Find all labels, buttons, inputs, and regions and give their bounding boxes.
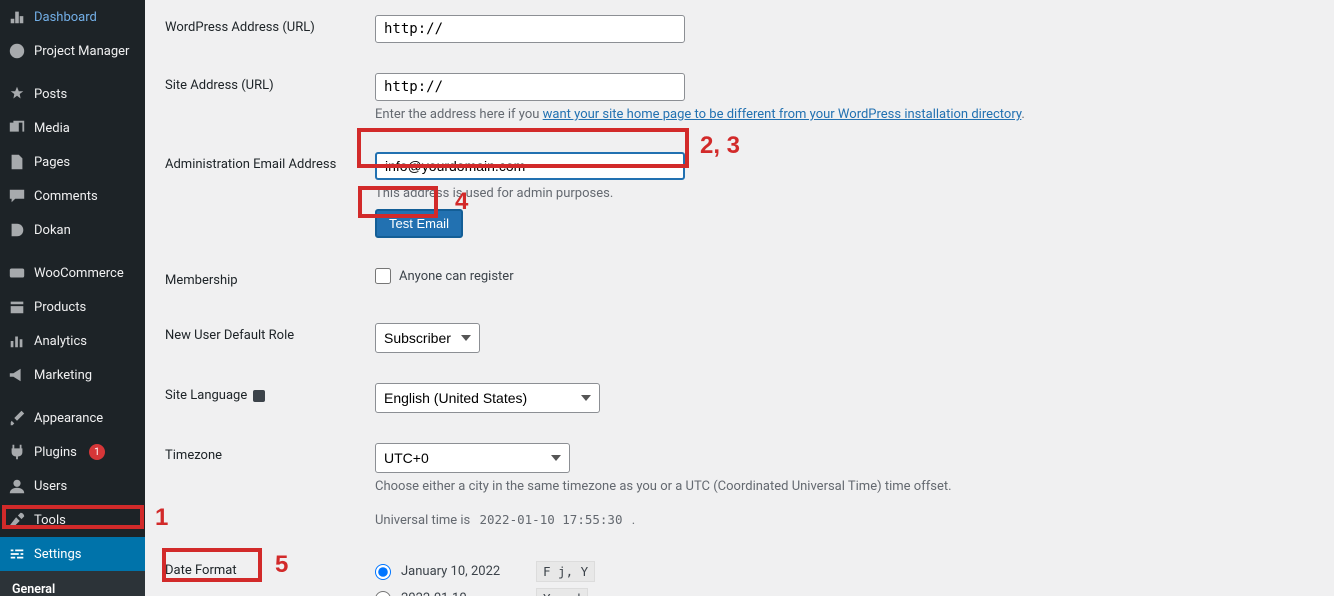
sidebar-item-label: Posts — [34, 87, 67, 102]
sidebar-item-label: Plugins — [34, 445, 77, 460]
translate-icon — [253, 390, 265, 402]
sidebar-item-posts[interactable]: Posts — [0, 77, 145, 111]
sidebar-item-label: Products — [34, 300, 86, 315]
admin-email-label: Administration Email Address — [165, 137, 365, 253]
annotation-number-1: 1 — [155, 504, 168, 532]
brush-icon — [8, 409, 26, 427]
sidebar-item-label: Appearance — [34, 411, 103, 426]
universal-time-display: Universal time is 2022-01-10 17:55:30 . — [375, 512, 1304, 528]
settings-form-area: WordPress Address (URL) Site Address (UR… — [145, 0, 1334, 596]
sidebar-item-woocommerce[interactable]: WooCommerce — [0, 256, 145, 290]
sidebar-item-analytics[interactable]: Analytics — [0, 324, 145, 358]
date-format-code: Y-m-d — [536, 588, 588, 596]
date-format-code: F j, Y — [536, 561, 595, 582]
date-format-option[interactable]: 2022-01-10 Y-m-d — [375, 585, 1304, 596]
sidebar-item-label: Media — [34, 121, 70, 136]
sidebar-item-label: Settings — [34, 547, 81, 562]
admin-email-input[interactable] — [375, 152, 685, 180]
date-format-radio[interactable] — [375, 591, 391, 596]
date-format-radio[interactable] — [375, 564, 391, 580]
timezone-description: Choose either a city in the same timezon… — [375, 479, 1304, 494]
wp-address-label: WordPress Address (URL) — [165, 0, 365, 58]
default-role-label: New User Default Role — [165, 308, 365, 368]
site-language-label: Site Language — [165, 368, 365, 428]
date-format-label: Date Format — [165, 543, 365, 596]
default-role-select[interactable]: Subscriber — [375, 323, 480, 353]
sidebar-item-label: Dashboard — [34, 10, 97, 25]
admin-sidebar: Dashboard Project Manager Posts Media Pa… — [0, 0, 145, 596]
analytics-icon — [8, 332, 26, 350]
users-icon — [8, 477, 26, 495]
pushpin-icon — [8, 85, 26, 103]
universal-time-code: 2022-01-10 17:55:30 — [473, 510, 628, 529]
sidebar-item-label: Dokan — [34, 223, 71, 238]
sidebar-item-dokan[interactable]: Dokan — [0, 213, 145, 247]
site-address-input[interactable] — [375, 73, 685, 101]
checkbox-text: Anyone can register — [399, 269, 514, 284]
sidebar-item-dashboard[interactable]: Dashboard — [0, 0, 145, 34]
membership-label: Membership — [165, 253, 365, 308]
media-icon — [8, 119, 26, 137]
megaphone-icon — [8, 366, 26, 384]
sliders-icon — [8, 545, 26, 563]
timezone-select[interactable]: UTC+0 — [375, 443, 570, 473]
submenu-label: General — [12, 582, 55, 596]
sidebar-item-users[interactable]: Users — [0, 469, 145, 503]
sidebar-item-plugins[interactable]: Plugins 1 — [0, 435, 145, 469]
plugin-update-count: 1 — [89, 444, 105, 460]
sidebar-item-comments[interactable]: Comments — [0, 179, 145, 213]
site-language-select[interactable]: English (United States) — [375, 383, 600, 413]
settings-submenu: General Writing — [0, 571, 145, 596]
sidebar-item-media[interactable]: Media — [0, 111, 145, 145]
wp-address-input[interactable] — [375, 15, 685, 43]
sidebar-item-label: Comments — [34, 189, 98, 204]
admin-email-description: This address is used for admin purposes. — [375, 186, 1304, 201]
dokan-icon — [8, 221, 26, 239]
sidebar-item-products[interactable]: Products — [0, 290, 145, 324]
comments-icon — [8, 187, 26, 205]
date-format-option[interactable]: January 10, 2022 F j, Y — [375, 558, 1304, 585]
sidebar-item-label: Users — [34, 479, 67, 494]
sidebar-item-label: Analytics — [34, 334, 87, 349]
site-address-description: Enter the address here if you want your … — [375, 107, 1304, 122]
sidebar-item-settings[interactable]: Settings — [0, 537, 145, 571]
date-format-example: January 10, 2022 — [401, 564, 526, 579]
submenu-item-general[interactable]: General — [0, 577, 145, 596]
membership-checkbox-label[interactable]: Anyone can register — [375, 268, 1304, 284]
plug-icon — [8, 443, 26, 461]
wrench-icon — [8, 511, 26, 529]
site-address-label: Site Address (URL) — [165, 58, 365, 137]
sidebar-item-project-manager[interactable]: Project Manager — [0, 34, 145, 68]
woo-icon — [8, 264, 26, 282]
sidebar-item-label: Marketing — [34, 368, 92, 383]
sidebar-item-appearance[interactable]: Appearance — [0, 401, 145, 435]
sidebar-item-marketing[interactable]: Marketing — [0, 358, 145, 392]
site-address-help-link[interactable]: want your site home page to be different… — [543, 107, 1022, 122]
sidebar-item-label: Project Manager — [34, 44, 129, 59]
project-icon — [8, 42, 26, 60]
sidebar-item-label: WooCommerce — [34, 266, 124, 281]
anyone-can-register-checkbox[interactable] — [375, 268, 391, 284]
test-email-button[interactable]: Test Email — [375, 209, 463, 238]
dashboard-icon — [8, 8, 26, 26]
sidebar-item-tools[interactable]: Tools — [0, 503, 145, 537]
sidebar-item-label: Tools — [34, 513, 66, 528]
timezone-label: Timezone — [165, 428, 365, 543]
annotation-number-5: 5 — [275, 551, 288, 579]
sidebar-item-pages[interactable]: Pages — [0, 145, 145, 179]
annotation-number-4: 4 — [455, 188, 468, 216]
annotation-number-23: 2, 3 — [700, 132, 740, 160]
sidebar-item-label: Pages — [34, 155, 70, 170]
products-icon — [8, 298, 26, 316]
page-icon — [8, 153, 26, 171]
date-format-example: 2022-01-10 — [401, 591, 526, 596]
